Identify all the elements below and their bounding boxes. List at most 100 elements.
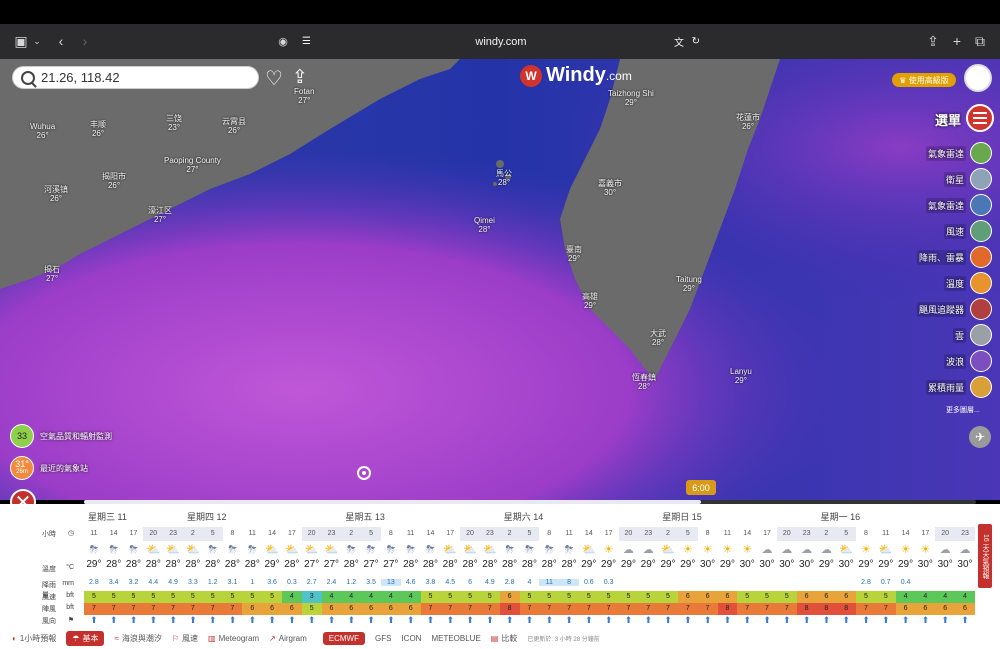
wind-speed-cell: 5	[460, 591, 480, 603]
hamburger-menu-button[interactable]	[966, 104, 994, 132]
temperature-cell: 30°	[957, 559, 973, 570]
brand-name: Windy	[546, 64, 606, 86]
place-label[interactable]: Wuhua 26°	[30, 122, 55, 140]
model-icon[interactable]: ICON	[401, 634, 421, 643]
wind-direction-arrow-icon: ⬆	[822, 615, 831, 625]
16-day-forecast-tab[interactable]: 16 天天氣預報	[978, 524, 992, 588]
rain-cell: 2.8	[861, 579, 871, 586]
sidebar-toggle-icon[interactable]: ▣	[12, 32, 30, 50]
wind-direction-arrow-icon: ⬆	[842, 615, 850, 625]
place-label[interactable]: 揭石 27°	[44, 265, 60, 283]
user-avatar[interactable]	[964, 64, 992, 92]
extension-icon[interactable]: ◉	[276, 32, 290, 50]
layer-item[interactable]: 降雨、雷暴	[872, 244, 992, 270]
place-label[interactable]: Qimei 28°	[474, 216, 495, 234]
rain-cell	[619, 579, 639, 586]
favorite-heart-icon[interactable]: ♡	[265, 66, 283, 91]
temperature-cell: 28°	[343, 559, 359, 570]
wind-speed-cell: 4	[341, 591, 362, 603]
layer-item[interactable]: 波浪	[872, 348, 992, 374]
share-icon[interactable]: ⇪	[926, 32, 940, 50]
place-label[interactable]: 馬公 28°	[496, 169, 512, 187]
translate-icon[interactable]: 文	[674, 34, 684, 49]
reload-icon[interactable]: ↻	[692, 36, 700, 47]
place-label[interactable]: 大武 28°	[650, 329, 666, 347]
place-label[interactable]: 河溪镇 26°	[44, 185, 68, 203]
tab-airgram[interactable]: ↗ Airgram	[269, 634, 307, 643]
airplane-icon[interactable]: ✈	[969, 426, 991, 448]
place-label[interactable]: 濠江区 27°	[148, 206, 172, 224]
premium-button[interactable]: ♛ 使用高級版	[892, 73, 956, 87]
place-label[interactable]: 三饶 23°	[166, 114, 182, 132]
gust-cell: 7	[875, 603, 896, 615]
place-label[interactable]: 揭阳市 26°	[102, 172, 126, 190]
wind-speed-cell: 5	[559, 591, 579, 603]
nearest-station-widget[interactable]: 31° 26m 最近的氣象站	[10, 456, 88, 480]
model-gfs[interactable]: GFS	[375, 634, 391, 643]
place-label[interactable]: Taitung 29°	[676, 275, 702, 293]
rain-cell: 11	[539, 579, 560, 586]
layer-item[interactable]: 氣象雷達	[872, 140, 992, 166]
share-upload-icon[interactable]: ⇪	[292, 66, 308, 89]
air-quality-widget[interactable]: 33 空氣品質和輻射監測	[10, 424, 112, 448]
place-label[interactable]: 恆春鎮 28°	[632, 373, 656, 391]
layer-item[interactable]: 颶風追蹤器	[872, 296, 992, 322]
model-compare[interactable]: ▤ 比較	[491, 633, 518, 644]
wind-direction-arrow-icon: ⬆	[426, 615, 435, 625]
forecast-mode-toggle[interactable]: ◐ 1小時預報	[12, 633, 56, 644]
weather-map[interactable]: Wuhua 26° 丰顺 26° 三饶 23° 云霄县 26° Paoping Coun…	[0, 59, 1000, 500]
layer-item[interactable]: 風速	[872, 218, 992, 244]
reader-icon[interactable]: ☰	[302, 36, 311, 47]
rain-cell: 1	[250, 579, 255, 586]
wind-speed-cell: 5	[222, 591, 243, 603]
rain-cell: 3.1	[227, 579, 238, 586]
rain-cell: 3.3	[188, 579, 198, 586]
menu-label[interactable]: 選單	[935, 110, 961, 129]
new-tab-icon[interactable]: +	[950, 32, 964, 50]
layer-item[interactable]: 衛星	[872, 166, 992, 192]
place-label[interactable]: Paoping County 27°	[164, 156, 221, 174]
rain-cell: 2.7	[306, 579, 317, 586]
rain-cell: 4.6	[405, 579, 416, 586]
place-label[interactable]: 嘉義市 30°	[598, 179, 622, 197]
model-meteoblue[interactable]: METEOBLUE	[431, 634, 480, 643]
time-indicator[interactable]: 6:00	[686, 480, 716, 495]
tab-waves[interactable]: ≈ 海浪與潮汐	[114, 633, 161, 644]
layer-item[interactable]: 累積雨量	[872, 374, 992, 400]
wind-speed-cell: 5	[123, 591, 144, 603]
more-layers-link[interactable]: 更多圖層...	[946, 405, 980, 415]
layer-item[interactable]: 氣象雷達	[872, 192, 992, 218]
hour-cell: 20	[301, 527, 322, 541]
place-label[interactable]: 高雄 29°	[582, 292, 598, 310]
day-label: 星期四 12	[187, 512, 227, 522]
place-label[interactable]: 云霄县 26°	[222, 117, 246, 135]
place-label[interactable]: Lanyu 29°	[730, 367, 752, 385]
layer-item[interactable]: 雲	[872, 322, 992, 348]
gust-cell: 7	[856, 603, 876, 615]
tab-meteogram[interactable]: ▥ Meteogram	[208, 634, 259, 643]
rain-cell	[698, 579, 718, 586]
wind-speed-cell: 6	[697, 591, 718, 603]
map-canvas	[0, 59, 1000, 500]
model-ecmwf[interactable]: ECMWF	[322, 632, 365, 645]
place-label[interactable]: 花蓮市 26°	[736, 113, 760, 131]
wind-direction-arrow-icon: ⬆	[486, 615, 494, 625]
gust-cell: 5	[301, 603, 322, 615]
tab-basic[interactable]: ☂ 基本	[66, 631, 105, 646]
chevron-down-icon[interactable]: ⌄	[32, 32, 42, 50]
forward-icon[interactable]: ›	[78, 32, 92, 50]
place-label[interactable]: Fotan 27°	[294, 87, 314, 105]
search-input[interactable]: 21.26, 118.42	[12, 66, 259, 89]
place-label[interactable]: 丰顺 26°	[90, 120, 106, 138]
place-label[interactable]: 臺南 29°	[566, 245, 582, 263]
layer-thumbnail-icon	[970, 324, 992, 346]
address-bar[interactable]: ☰ windy.com 文 ↻	[296, 30, 706, 53]
rain-cell	[915, 579, 935, 586]
layer-item[interactable]: 溫度	[872, 270, 992, 296]
tab-wind[interactable]: ⚐ 風速	[172, 633, 198, 644]
location-pin-icon[interactable]	[357, 466, 371, 480]
gust-cell: 6	[242, 603, 263, 615]
back-icon[interactable]: ‹	[54, 32, 68, 50]
place-label[interactable]: Taizhong Shi 29°	[608, 89, 654, 107]
tab-overview-icon[interactable]: ⧉	[972, 32, 988, 50]
